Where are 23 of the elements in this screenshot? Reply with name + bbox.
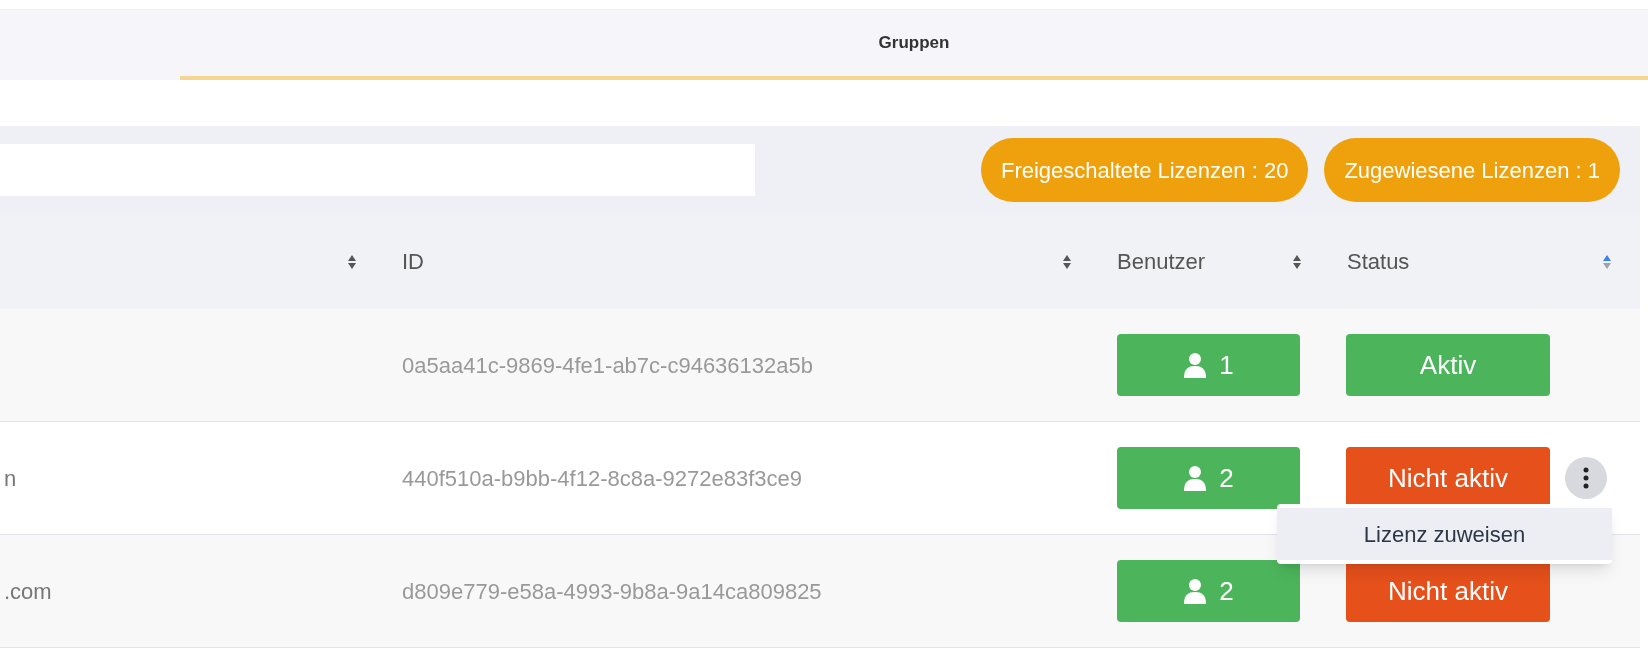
table-cell: d809e779-e58a-4993-9b8a-9a14ca809825: [402, 578, 822, 604]
users-button[interactable]: 2: [1117, 560, 1300, 622]
table-cell: 440f510a-b9bb-4f12-8c8a-9272e83f3ce9: [402, 465, 802, 491]
users-button[interactable]: 1: [1117, 334, 1300, 396]
user-icon: [1183, 578, 1208, 604]
user-icon: [1183, 352, 1208, 378]
table-cell: .com: [4, 578, 52, 604]
status-button[interactable]: Aktiv: [1346, 334, 1550, 396]
table-cell: n: [4, 465, 17, 491]
table-cell: 0a5aa41c-9869-4fe1-ab7c-c94636132a5b: [402, 352, 813, 378]
column-header: Status: [1347, 248, 1410, 276]
sort-icon[interactable]: [1062, 253, 1072, 270]
sort-icon[interactable]: [1602, 253, 1612, 270]
column-header: ID: [402, 248, 424, 276]
sort-icon[interactable]: [347, 253, 357, 270]
more-icon[interactable]: [1565, 457, 1607, 499]
license-badge: Zugewiesene Lizenzen : 1: [1324, 138, 1620, 202]
user-icon: [1183, 465, 1208, 491]
users-button[interactable]: 2: [1117, 447, 1300, 509]
sort-icon[interactable]: [1292, 253, 1302, 270]
license-badge: Freigeschaltete Lizenzen : 20: [980, 138, 1309, 202]
menu-item[interactable]: Lizenz zuweisen: [1277, 508, 1612, 560]
column-header: Benutzer: [1117, 248, 1206, 276]
